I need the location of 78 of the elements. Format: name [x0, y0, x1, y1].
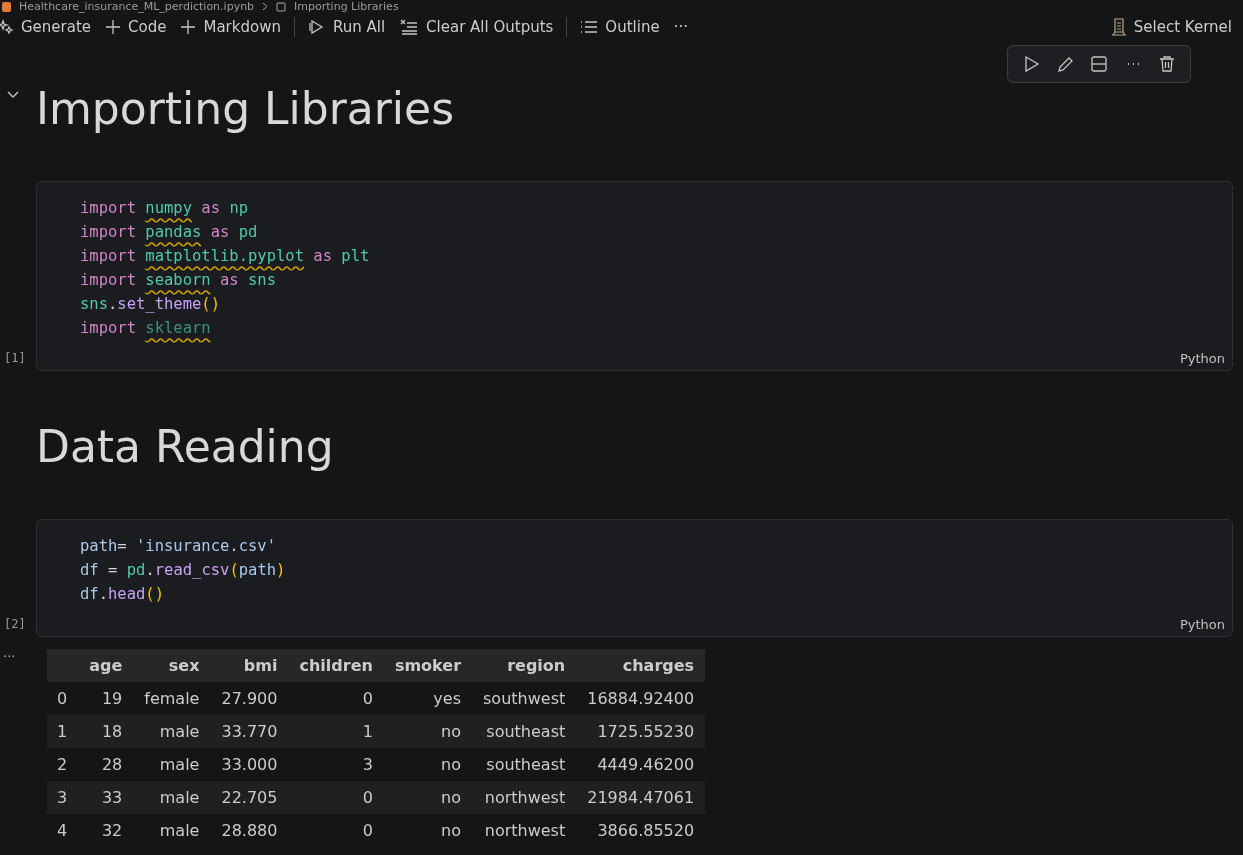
table-cell: 16884.92400: [576, 682, 706, 715]
table-cell: male: [133, 814, 211, 847]
kernel-icon: [1110, 18, 1127, 36]
column-header: sex: [133, 649, 211, 682]
select-kernel-button[interactable]: Select Kernel: [1105, 16, 1237, 38]
table-cell: 28: [78, 748, 134, 781]
table-cell: 32: [78, 814, 134, 847]
table-cell: no: [383, 715, 472, 748]
table-cell: 33.000: [210, 748, 289, 781]
toolbar-button[interactable]: Code: [100, 16, 172, 38]
table-cell: 0: [288, 814, 384, 847]
table-cell: 1: [288, 715, 384, 748]
table-cell: 21984.47061: [576, 781, 706, 814]
outline-icon: [580, 19, 599, 35]
table-cell: 22.705: [210, 781, 289, 814]
execution-count: [1]: [3, 351, 27, 367]
table-cell: 28.880: [210, 814, 289, 847]
table-cell: male: [133, 781, 211, 814]
row-index: 3: [47, 781, 79, 814]
chevron-right-icon: [262, 2, 269, 11]
column-header: region: [472, 649, 577, 682]
markdown-heading: Data Reading: [36, 425, 334, 469]
table-cell: yes: [383, 682, 472, 715]
markdown-heading: Importing Libraries: [36, 87, 455, 131]
code-text: path= 'insurance.csv' df = pd.read_csv(path) df.head(): [80, 536, 287, 605]
code-cell[interactable]: import numpy as np import pandas as pd import matplotlib.pyplot as plt import seaborn as sns sns.set_theme() import sklearn Python: [36, 181, 1233, 371]
breadcrumb-item[interactable]: Healthcare_insurance_ML_perdiction.ipynb: [19, 0, 255, 13]
column-header: age: [78, 649, 134, 682]
clear-outputs-icon: [399, 18, 420, 36]
toolbar-button[interactable]: Run All: [302, 16, 391, 38]
code-text: import numpy as np import pandas as pd import matplotlib.pyplot as plt import seaborn as sns sns.set_theme() import sklearn: [80, 198, 371, 339]
column-header: bmi: [210, 649, 289, 682]
table-cell: male: [133, 715, 211, 748]
cell-language[interactable]: Python: [1179, 617, 1225, 632]
column-header: children: [288, 649, 384, 682]
toolbar-button[interactable]: Outline: [575, 16, 665, 38]
table-cell: 27.900: [210, 682, 289, 715]
execution-count: [2]: [3, 617, 27, 633]
table-cell: southeast: [472, 715, 577, 748]
plus-icon: [105, 19, 122, 35]
table-cell: male: [133, 748, 211, 781]
table-cell: 33: [78, 781, 134, 814]
code-cell[interactable]: path= 'insurance.csv' df = pd.read_csv(path) df.head() Python: [36, 519, 1233, 637]
column-header: charges: [576, 649, 706, 682]
row-index: 4: [47, 814, 79, 847]
row-index: 0: [47, 682, 79, 715]
table-cell: 0: [288, 682, 384, 715]
breadcrumb-item[interactable]: Importing Libraries: [294, 0, 399, 13]
table-cell: southeast: [472, 748, 577, 781]
chevron-down-icon[interactable]: [6, 90, 20, 100]
row-index: 1: [47, 715, 79, 748]
notebook-file-icon: [2, 1, 11, 12]
table-cell: female: [133, 682, 211, 715]
output-more-button[interactable]: ...: [3, 645, 16, 660]
column-header: smoker: [383, 649, 472, 682]
row-index: 2: [47, 748, 79, 781]
toolbar-button[interactable]: Markdown: [175, 16, 286, 38]
table-cell: 4449.46200: [576, 748, 706, 781]
table-cell: northwest: [472, 781, 577, 814]
plus-icon: [180, 19, 197, 35]
table-cell: no: [383, 748, 472, 781]
table-cell: 33.770: [210, 715, 289, 748]
table-cell: no: [383, 781, 472, 814]
sparkle-icon: [0, 19, 14, 35]
toolbar-button[interactable]: Clear All Outputs: [394, 16, 559, 38]
more-button[interactable]: ···: [668, 16, 693, 38]
toolbar-button[interactable]: Generate: [0, 16, 97, 38]
symbol-icon: [276, 1, 287, 12]
table-cell: 0: [288, 781, 384, 814]
table-cell: 3: [288, 748, 384, 781]
table-cell: 1725.55230: [576, 715, 706, 748]
table-cell: no: [383, 814, 472, 847]
table-cell: 19: [78, 682, 134, 715]
cell-language[interactable]: Python: [1179, 351, 1225, 366]
table-cell: northwest: [472, 814, 577, 847]
table-cell: southwest: [472, 682, 577, 715]
table-cell: 3866.85520: [576, 814, 706, 847]
table-cell: 18: [78, 715, 134, 748]
